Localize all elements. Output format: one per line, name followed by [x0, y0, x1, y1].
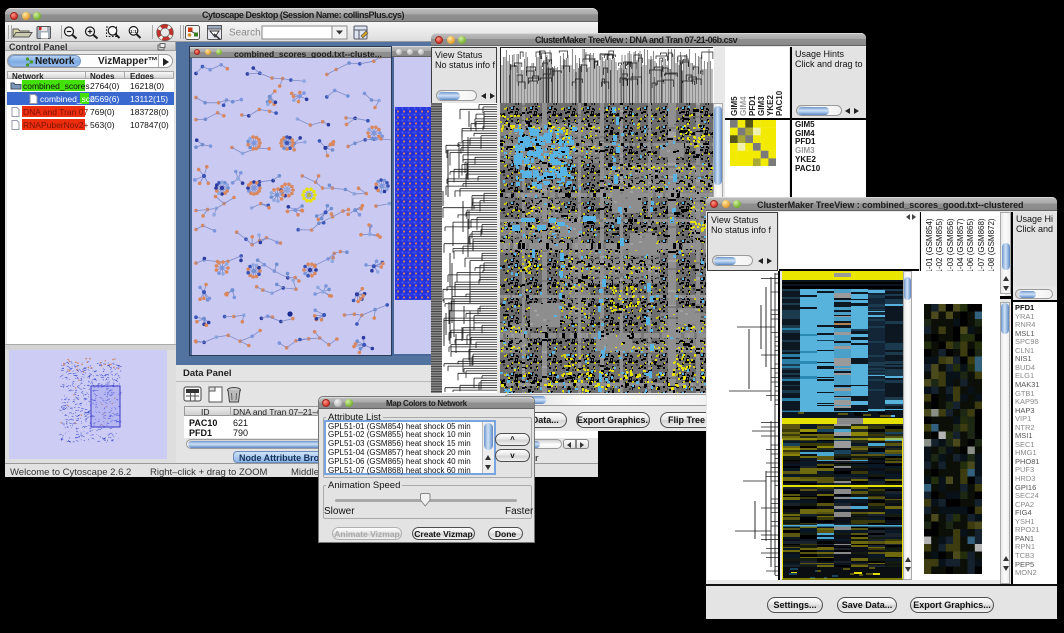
svg-text:Search:: Search: — [229, 28, 263, 39]
svg-text:1:1: 1:1 — [130, 29, 137, 34]
